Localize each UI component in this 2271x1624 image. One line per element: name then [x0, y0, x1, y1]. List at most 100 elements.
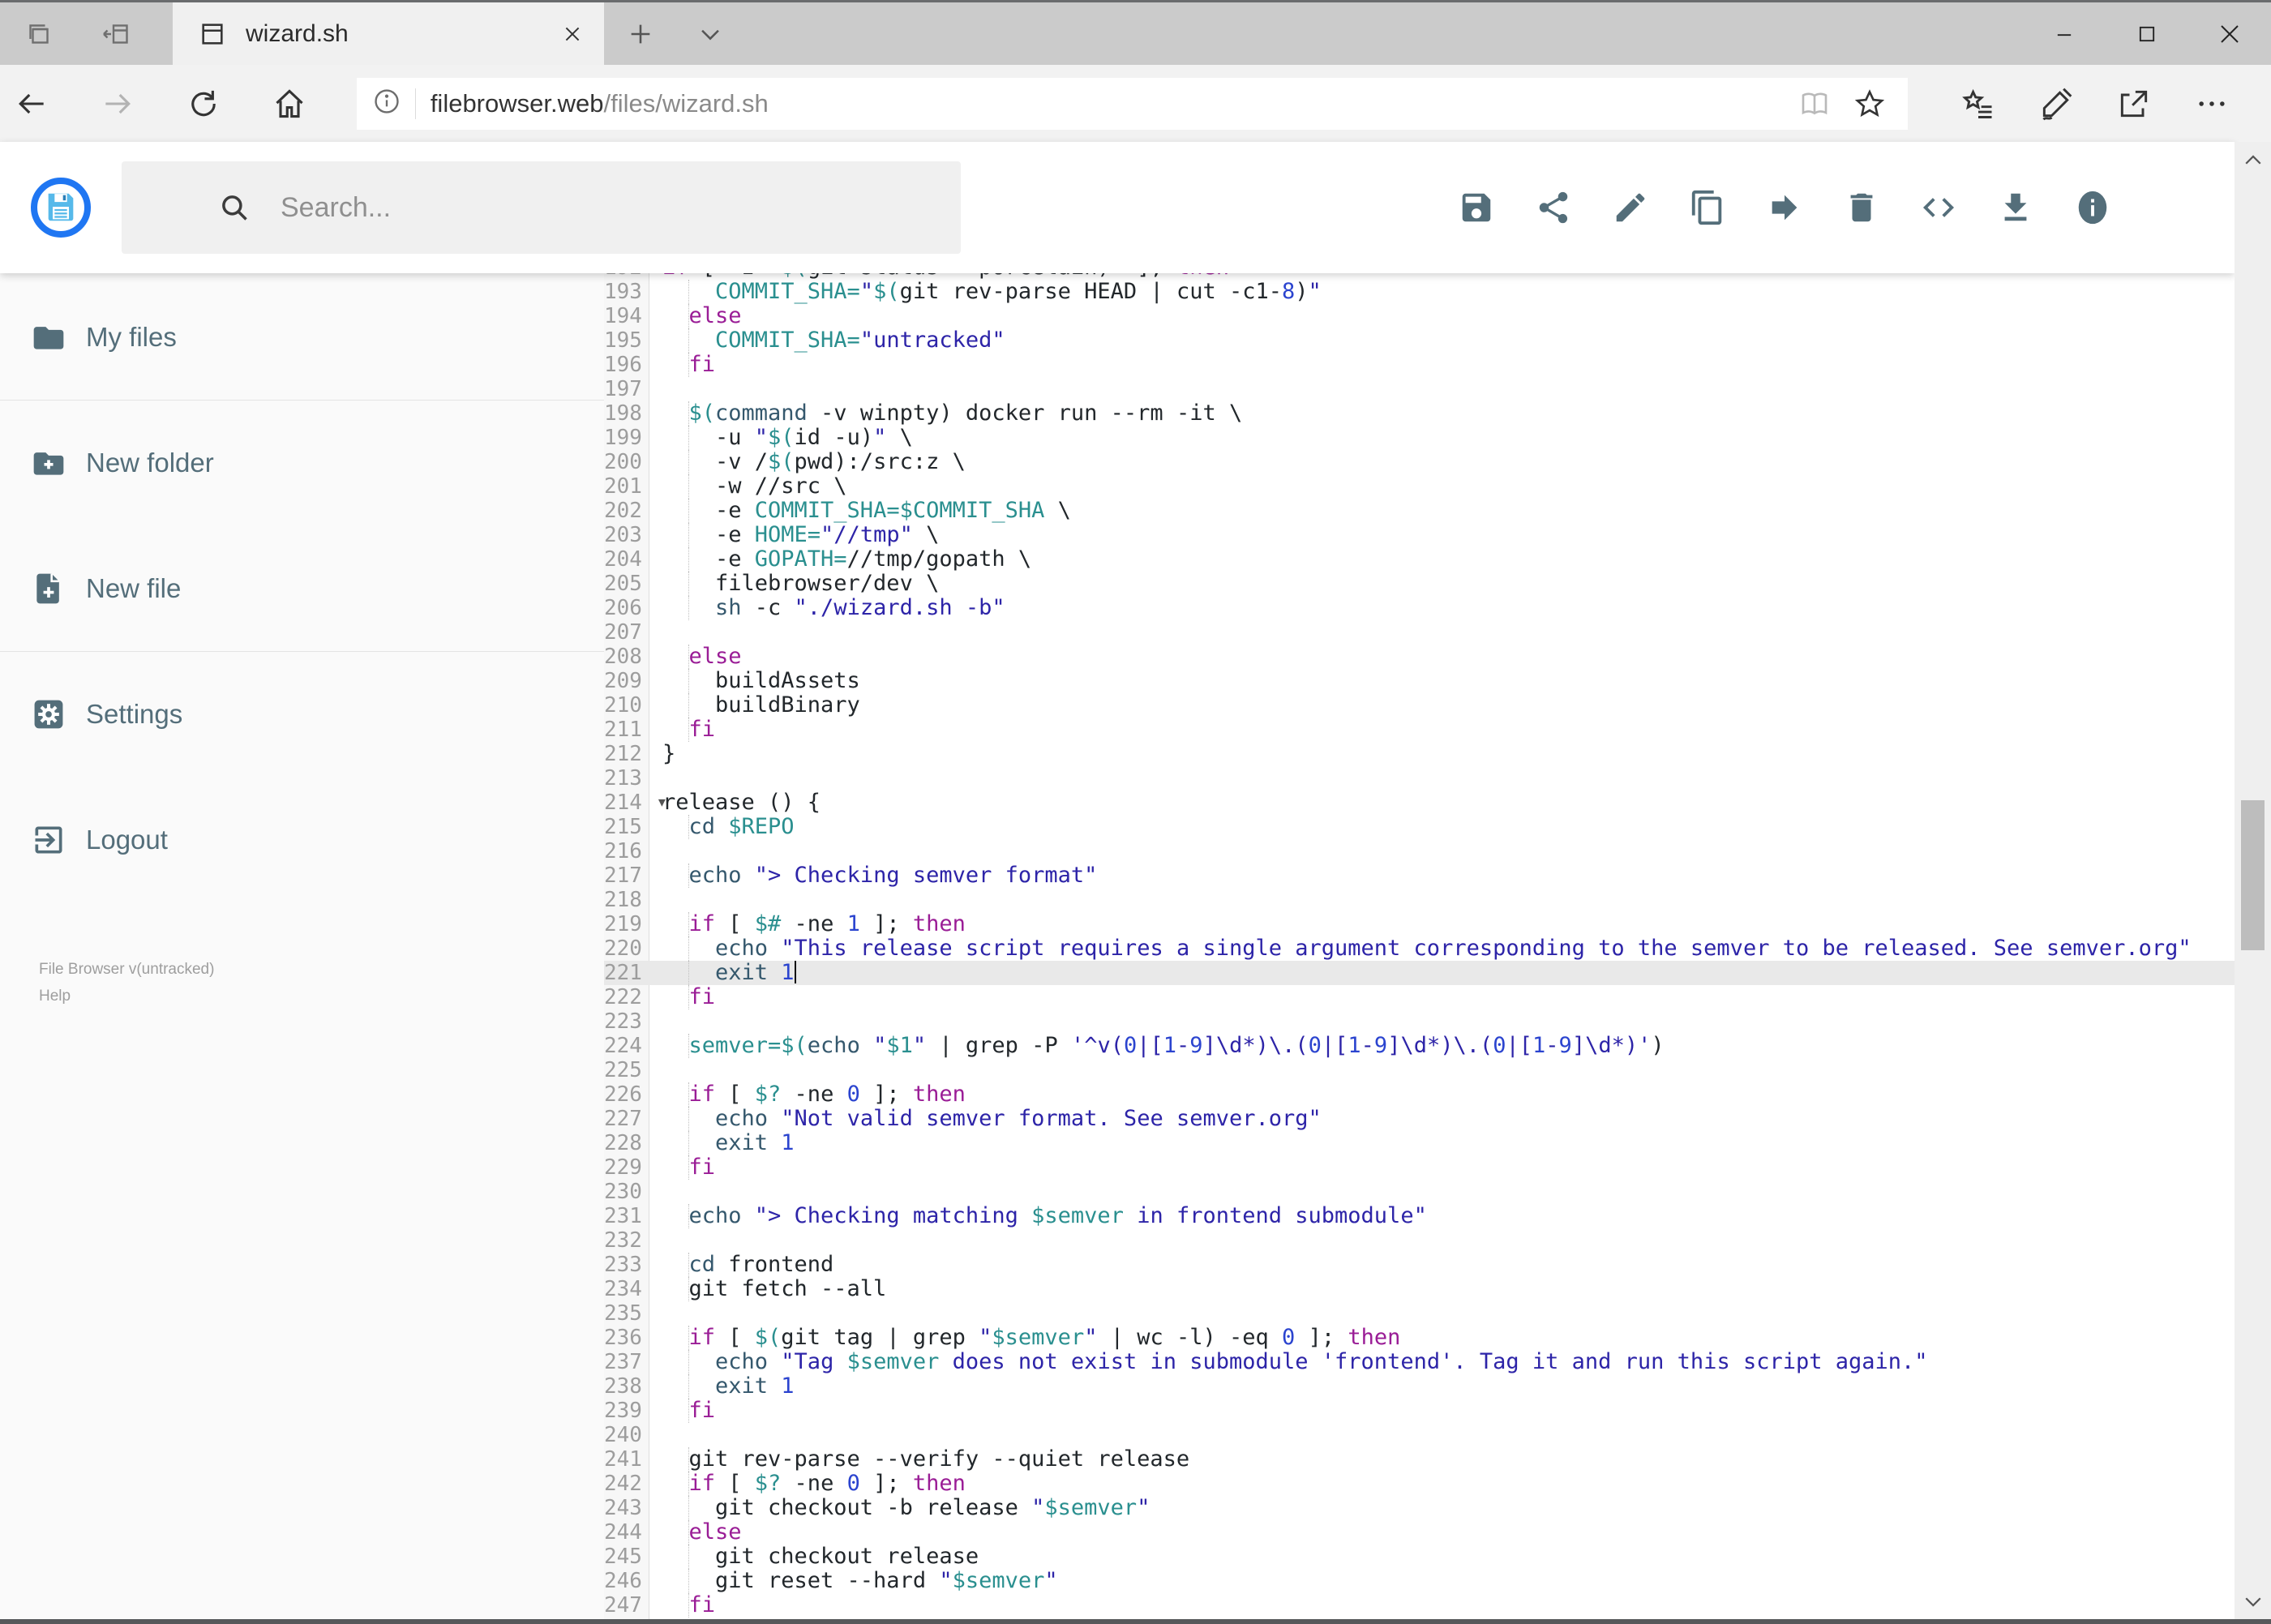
code-line-238[interactable]: 238 exit 1 [604, 1374, 2271, 1399]
code-line-230[interactable]: 230 [604, 1180, 2271, 1204]
code-line-232[interactable]: 232 [604, 1228, 2271, 1253]
code-line-198[interactable]: 198 $(command -v winpty) docker run --rm… [604, 401, 2271, 426]
share-page-icon[interactable] [2115, 85, 2153, 122]
sidebar-item-logout[interactable]: Logout [0, 777, 604, 902]
save-button[interactable] [1458, 189, 1495, 226]
code-line-201[interactable]: 201 -w //src \ [604, 474, 2271, 499]
code-line-224[interactable]: 224 semver=$(echo "$1" | grep -P '^v(0|[… [604, 1034, 2271, 1058]
scrollbar-thumb[interactable] [2241, 800, 2265, 950]
code-line-217[interactable]: 217 echo "> Checking semver format" [604, 863, 2271, 888]
code-line-211[interactable]: 211 fi [604, 718, 2271, 742]
code-line-193[interactable]: 193 COMMIT_SHA="$(git rev-parse HEAD | c… [604, 280, 2271, 304]
code-line-207[interactable]: 207 [604, 620, 2271, 645]
code-line-234[interactable]: 234 git fetch --all [604, 1277, 2271, 1301]
code-line-203[interactable]: 203 -e HOME="//tmp" \ [604, 523, 2271, 547]
code-line-195[interactable]: 195 COMMIT_SHA="untracked" [604, 328, 2271, 353]
scroll-down-icon[interactable] [2235, 1583, 2271, 1619]
code-line-244[interactable]: 244 else [604, 1520, 2271, 1545]
info-button[interactable] [2074, 189, 2111, 226]
sidebar-item-new-file[interactable]: New file [0, 525, 604, 651]
code-line-229[interactable]: 229 fi [604, 1155, 2271, 1180]
code-line-245[interactable]: 245 git checkout release [604, 1545, 2271, 1569]
move-button[interactable] [1766, 189, 1803, 226]
code-line-233[interactable]: 233 cd frontend [604, 1253, 2271, 1277]
sidebar-item-new-folder[interactable]: New folder [0, 400, 604, 525]
browser-tab[interactable]: wizard.sh [173, 2, 604, 65]
code-line-247[interactable]: 247 fi [604, 1593, 2271, 1618]
indent-guide [688, 693, 690, 718]
code-line-240[interactable]: 240 [604, 1423, 2271, 1447]
code-line-228[interactable]: 228 exit 1 [604, 1131, 2271, 1155]
edit-button[interactable] [1612, 189, 1649, 226]
code-line-213[interactable]: 213 [604, 766, 2271, 791]
code-line-237[interactable]: 237 echo "Tag $semver does not exist in … [604, 1350, 2271, 1374]
code-line-218[interactable]: 218 [604, 888, 2271, 912]
code-line-210[interactable]: 210 buildBinary [604, 693, 2271, 718]
code-line-202[interactable]: 202 -e COMMIT_SHA=$COMMIT_SHA \ [604, 499, 2271, 523]
code-line-239[interactable]: 239 fi [604, 1399, 2271, 1423]
share-button[interactable] [1535, 189, 1572, 226]
maximize-icon[interactable] [2106, 2, 2188, 65]
tabs-aside-icon[interactable] [77, 2, 154, 65]
code-line-236[interactable]: 236 if [ $(git tag | grep "$semver" | wc… [604, 1326, 2271, 1350]
code-line-200[interactable]: 200 -v /$(pwd):/src:z \ [604, 450, 2271, 474]
refresh-icon[interactable] [185, 85, 222, 122]
web-note-icon[interactable] [2037, 85, 2075, 122]
code-line-225[interactable]: 225 [604, 1058, 2271, 1082]
code-line-215[interactable]: 215 cd $REPO [604, 815, 2271, 839]
star-icon[interactable] [1853, 87, 1887, 121]
code-line-206[interactable]: 206 sh -c "./wizard.sh -b" [604, 596, 2271, 620]
code-line-242[interactable]: 242 if [ $? -ne 0 ]; then [604, 1472, 2271, 1496]
address-bar[interactable]: filebrowser.web/files/wizard.sh [356, 77, 1908, 130]
sidebar-item-label: New folder [86, 448, 214, 478]
close-window-icon[interactable] [2188, 2, 2271, 65]
code-line-212[interactable]: 212} [604, 742, 2271, 767]
code-line-246[interactable]: 246 git reset --hard "$semver" [604, 1569, 2271, 1593]
copy-button[interactable] [1689, 189, 1726, 226]
more-options-icon[interactable] [2193, 85, 2230, 122]
vertical-scrollbar[interactable] [2235, 142, 2271, 1619]
new-tab-icon[interactable] [610, 2, 671, 65]
sidebar-item-my-files[interactable]: My files [0, 274, 604, 400]
code-line-208[interactable]: 208 else [604, 645, 2271, 669]
tab-list-chevron-icon[interactable] [679, 2, 740, 65]
code-line-204[interactable]: 204 -e GOPATH=//tmp/gopath \ [604, 547, 2271, 572]
code-line-226[interactable]: 226 if [ $? -ne 0 ]; then [604, 1082, 2271, 1107]
forward-icon[interactable] [99, 85, 136, 122]
code-line-235[interactable]: 235 [604, 1301, 2271, 1326]
minimize-icon[interactable] [2023, 2, 2106, 65]
code-line-241[interactable]: 241 git rev-parse --verify --quiet relea… [604, 1447, 2271, 1472]
filebrowser-logo-icon[interactable] [31, 178, 91, 238]
hub-icon[interactable] [1960, 85, 1997, 122]
code-line-214[interactable]: 214 ▾ release () { [604, 791, 2271, 816]
info-circle-icon[interactable] [371, 86, 402, 121]
code-line-199[interactable]: 199 -u "$(id -u)" \ [604, 426, 2271, 450]
help-link[interactable]: Help [39, 983, 604, 1009]
code-line-196[interactable]: 196 fi [604, 353, 2271, 377]
code-view-button[interactable] [1920, 189, 1957, 226]
code-line-243[interactable]: 243 git checkout -b release "$semver" [604, 1496, 2271, 1520]
code-line-209[interactable]: 209 buildAssets [604, 669, 2271, 693]
home-icon[interactable] [271, 85, 308, 122]
code-line-194[interactable]: 194 else [604, 304, 2271, 328]
code-line-222[interactable]: 222 fi [604, 985, 2271, 1009]
scroll-up-icon[interactable] [2235, 142, 2271, 178]
code-line-220[interactable]: 220 echo "This release script requires a… [604, 936, 2271, 961]
code-line-221[interactable]: 221 exit 1 [604, 961, 2271, 985]
close-icon[interactable] [562, 24, 583, 45]
code-line-227[interactable]: 227 echo "Not valid semver format. See s… [604, 1107, 2271, 1131]
code-line-231[interactable]: 231 echo "> Checking matching $semver in… [604, 1204, 2271, 1228]
code-line-205[interactable]: 205 filebrowser/dev \ [604, 572, 2271, 596]
download-button[interactable] [1997, 189, 2034, 226]
delete-button[interactable] [1843, 189, 1880, 226]
code-line-223[interactable]: 223 [604, 1009, 2271, 1034]
code-line-197[interactable]: 197 [604, 377, 2271, 401]
code-line-219[interactable]: 219 if [ $# -ne 1 ]; then [604, 912, 2271, 936]
code-line-216[interactable]: 216 [604, 839, 2271, 863]
back-icon[interactable] [13, 85, 50, 122]
code-editor[interactable]: 192if [ -z "$(git status --porcelain)" ]… [604, 273, 2271, 1619]
search-input[interactable]: Search... [122, 161, 961, 254]
tab-preview-icon[interactable] [0, 2, 77, 65]
sidebar-item-settings[interactable]: Settings [0, 651, 604, 777]
